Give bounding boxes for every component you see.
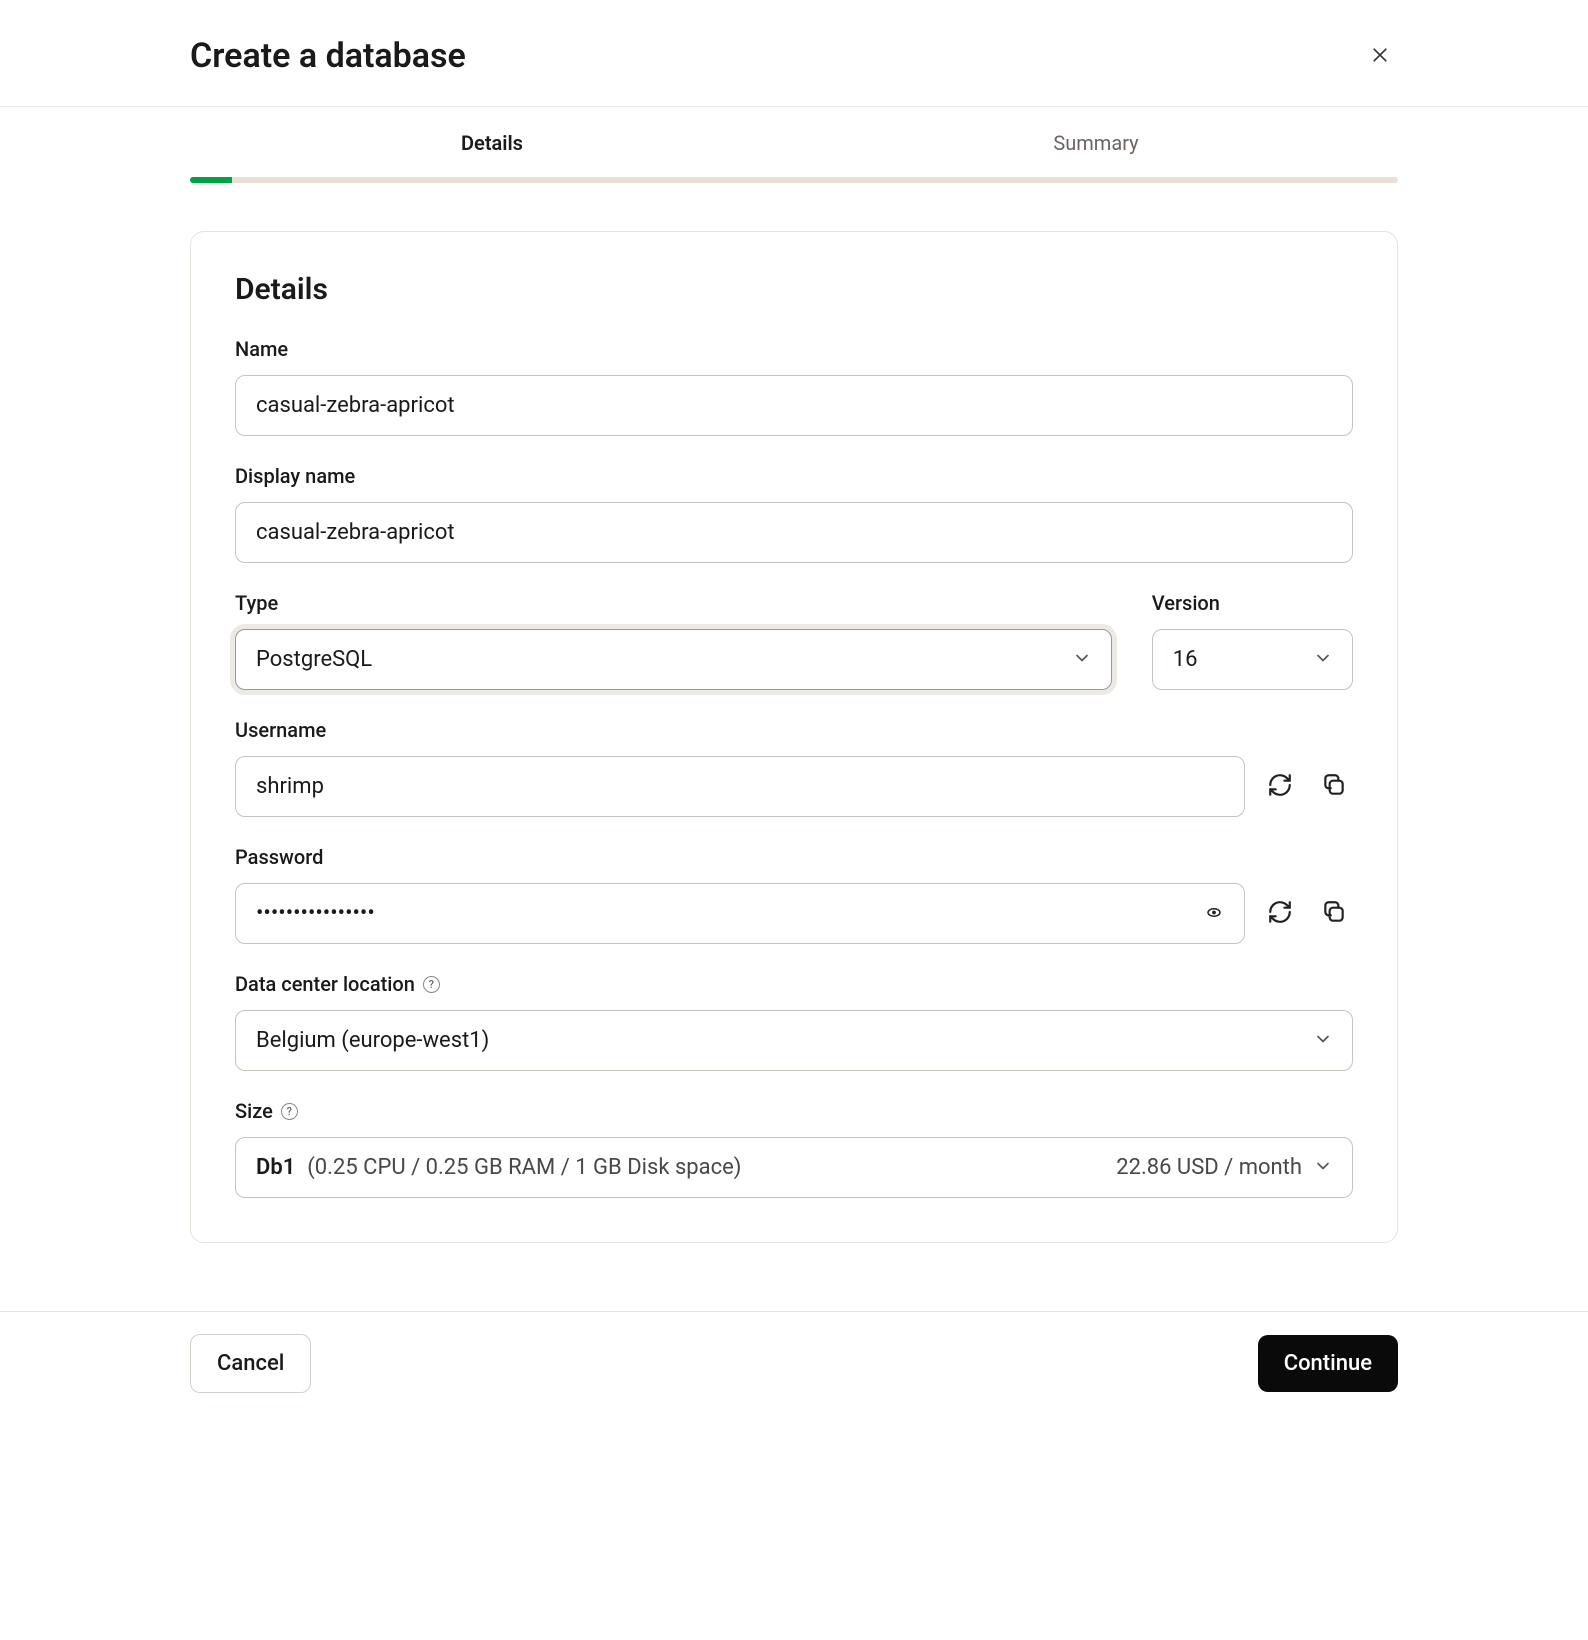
regenerate-password-button[interactable] [1261, 893, 1299, 934]
copy-password-button[interactable] [1315, 893, 1353, 934]
progress-fill [190, 177, 232, 183]
name-input[interactable] [235, 375, 1353, 436]
cancel-button[interactable]: Cancel [190, 1334, 311, 1393]
version-label: Version [1152, 591, 1353, 615]
password-label: Password [235, 845, 1353, 869]
toggle-password-visibility-button[interactable] [1201, 899, 1227, 928]
tab-summary[interactable]: Summary [794, 107, 1398, 177]
size-price: 22.86 USD / month [1116, 1155, 1302, 1180]
size-spec: (0.25 CPU / 0.25 GB RAM / 1 GB Disk spac… [307, 1155, 741, 1180]
progress-bar [190, 177, 1398, 183]
name-label: Name [235, 337, 1353, 361]
help-icon[interactable]: ? [281, 1103, 298, 1120]
type-select[interactable]: PostgreSQL [235, 629, 1112, 690]
display-name-label: Display name [235, 464, 1353, 488]
close-button[interactable] [1362, 37, 1398, 76]
size-label: Size ? [235, 1099, 1353, 1123]
close-icon [1370, 45, 1390, 68]
version-select[interactable]: 16 [1152, 629, 1353, 690]
copy-username-button[interactable] [1315, 766, 1353, 807]
username-label: Username [235, 718, 1353, 742]
data-center-select[interactable]: Belgium (europe-west1) [235, 1010, 1353, 1071]
type-label: Type [235, 591, 1112, 615]
help-icon[interactable]: ? [423, 976, 440, 993]
size-name: Db1 [256, 1155, 295, 1180]
section-title: Details [235, 272, 1353, 307]
copy-icon [1321, 899, 1347, 928]
tab-details[interactable]: Details [190, 107, 794, 177]
refresh-icon [1267, 772, 1293, 801]
regenerate-username-button[interactable] [1261, 766, 1299, 807]
eye-icon [1205, 903, 1223, 924]
size-select[interactable]: Db1 (0.25 CPU / 0.25 GB RAM / 1 GB Disk … [235, 1137, 1353, 1198]
data-center-label: Data center location ? [235, 972, 1353, 996]
refresh-icon [1267, 899, 1293, 928]
page-title: Create a database [190, 36, 466, 76]
password-input[interactable] [235, 883, 1245, 944]
continue-button[interactable]: Continue [1258, 1335, 1398, 1392]
copy-icon [1321, 772, 1347, 801]
username-input[interactable] [235, 756, 1245, 817]
display-name-input[interactable] [235, 502, 1353, 563]
